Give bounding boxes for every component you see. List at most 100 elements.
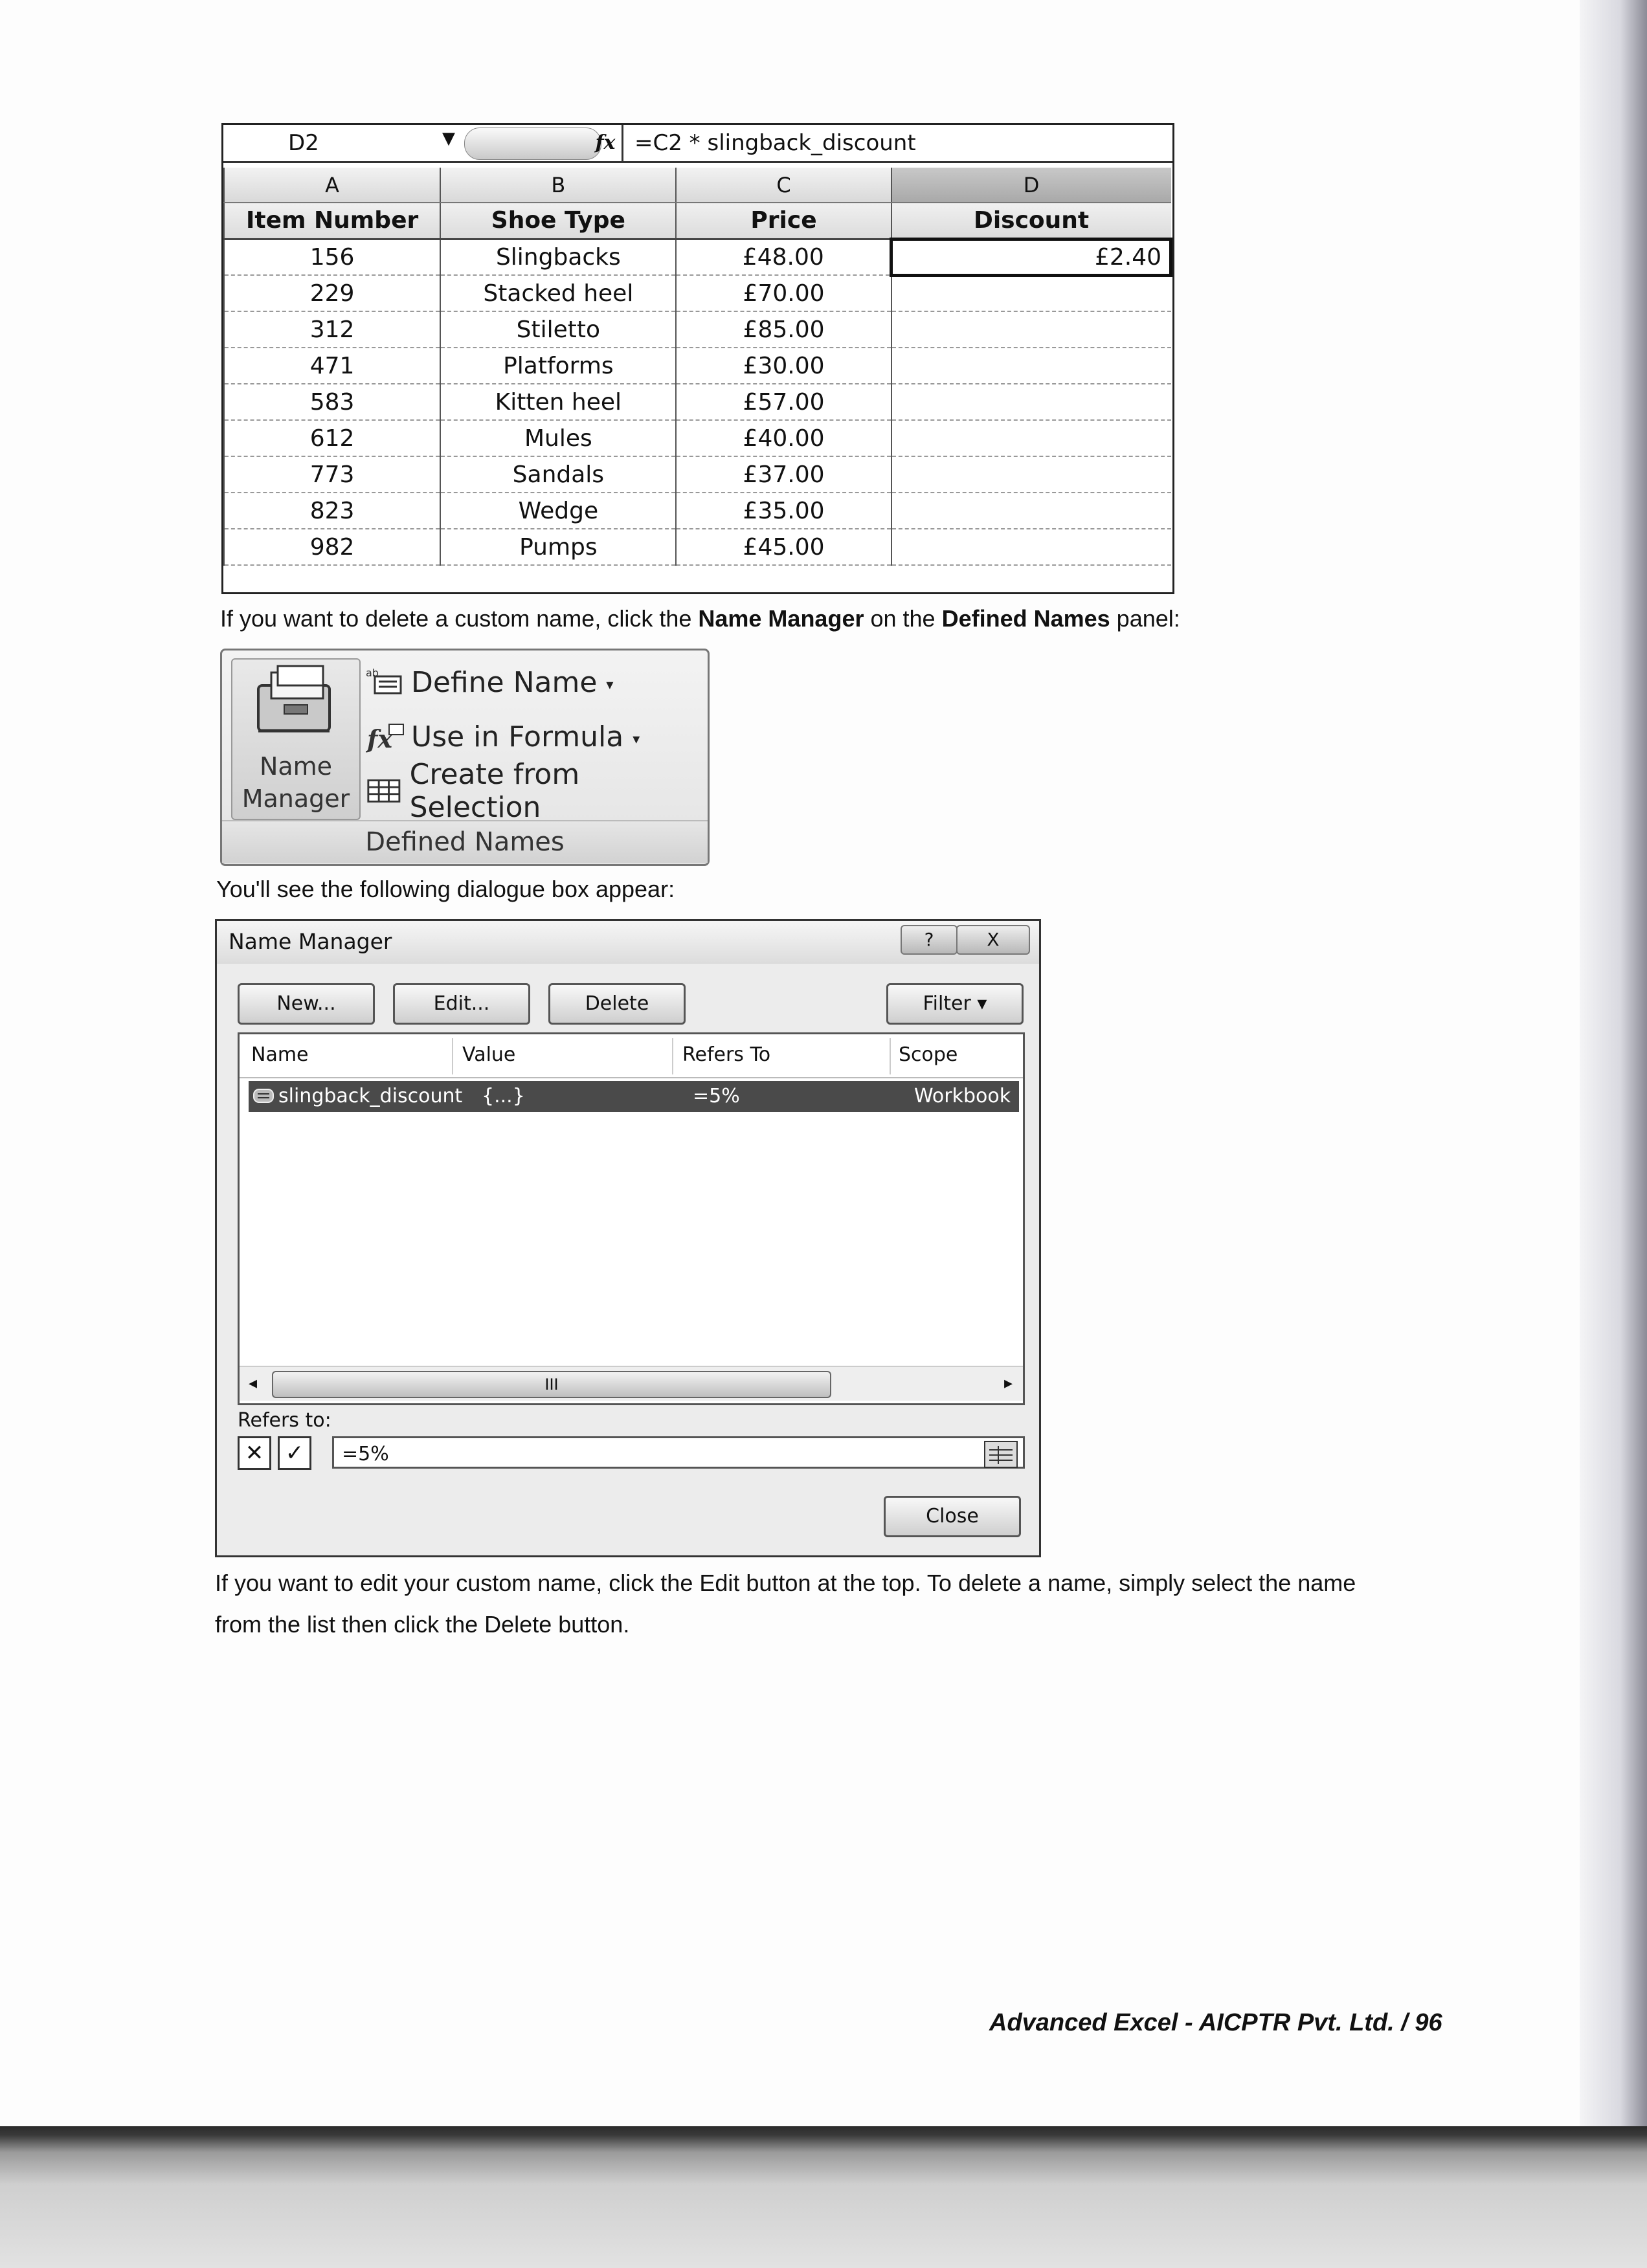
cell[interactable]: £70.00 <box>675 275 891 312</box>
header-cell[interactable]: Price <box>675 203 891 240</box>
refers-to-input[interactable]: =5% <box>332 1436 1025 1469</box>
value-cell: {...} <box>482 1085 525 1107</box>
cell[interactable]: £30.00 <box>675 348 891 384</box>
create-from-selection-button[interactable]: Create from Selection <box>366 758 708 824</box>
header-cell[interactable]: Item Number <box>223 203 441 240</box>
formula-text[interactable]: =C2 * slingback_discount <box>634 125 916 161</box>
cell[interactable] <box>890 493 1171 529</box>
define-name-button[interactable]: ab Define Name ▾ <box>366 660 613 705</box>
collapse-dialog-icon[interactable] <box>984 1441 1018 1468</box>
cell[interactable]: £85.00 <box>675 311 891 348</box>
group-label: Defined Names <box>222 820 708 863</box>
cell[interactable] <box>890 420 1171 457</box>
name-box[interactable]: D2 <box>223 125 443 161</box>
cell[interactable]: 823 <box>223 493 441 529</box>
table-row: 471 Platforms £30.00 <box>223 348 1171 384</box>
header-cell[interactable]: Discount <box>890 203 1171 240</box>
cell[interactable]: Pumps <box>440 529 677 566</box>
page-footer: Advanced Excel - AICPTR Pvt. Ltd. / 96 <box>989 2009 1442 2036</box>
spreadsheet-figure: D2 ▼ fx =C2 * slingback_discount A B C D… <box>221 123 1174 594</box>
cell[interactable]: Platforms <box>440 348 677 384</box>
close-button[interactable]: Close <box>884 1496 1021 1537</box>
scroll-right-icon[interactable]: ▸ <box>1004 1373 1013 1393</box>
cell[interactable] <box>890 456 1171 493</box>
scan-edge-right <box>1580 0 1647 2129</box>
cell[interactable]: £57.00 <box>675 384 891 421</box>
function-icon: fx <box>366 724 404 753</box>
text: If you want to delete a custom name, cli… <box>220 605 699 632</box>
scroll-left-icon[interactable]: ◂ <box>249 1373 257 1393</box>
column-header-scope[interactable]: Scope <box>899 1043 958 1066</box>
cancel-edit-icon[interactable]: ✕ <box>238 1436 271 1470</box>
cell[interactable]: £48.00 <box>675 239 891 276</box>
use-in-formula-button[interactable]: fx Use in Formula ▾ <box>366 714 640 759</box>
column-header-b[interactable]: B <box>440 168 677 203</box>
scroll-thumb[interactable]: III <box>272 1371 831 1398</box>
name-manager-dialog: Name Manager ? X New... Edit... Delete F… <box>215 919 1041 1557</box>
horizontal-scrollbar[interactable]: ◂ III ▸ <box>240 1366 1023 1401</box>
help-button[interactable]: ? <box>901 925 958 955</box>
cell[interactable]: Kitten heel <box>440 384 677 421</box>
bold-text: Name Manager <box>698 605 864 632</box>
cell[interactable]: 773 <box>223 456 441 493</box>
name-manager-icon <box>257 665 331 733</box>
confirm-edit-icon[interactable]: ✓ <box>278 1436 311 1470</box>
cell[interactable]: 312 <box>223 311 441 348</box>
table-row: 612 Mules £40.00 <box>223 420 1171 457</box>
cell[interactable]: Stiletto <box>440 311 677 348</box>
table-row: 823 Wedge £35.00 <box>223 493 1171 529</box>
edit-button[interactable]: Edit... <box>393 983 530 1025</box>
delete-button[interactable]: Delete <box>548 983 686 1025</box>
table-row: 773 Sandals £37.00 <box>223 456 1171 493</box>
table-row: 229 Stacked heel £70.00 <box>223 275 1171 312</box>
dialog-title-bar: Name Manager ? X <box>217 921 1039 964</box>
column-header-a[interactable]: A <box>223 168 441 203</box>
paragraph-name-manager: If you want to delete a custom name, cli… <box>220 598 1180 639</box>
define-name-icon: ab <box>366 667 402 695</box>
header-cell[interactable]: Shoe Type <box>440 203 677 240</box>
cell[interactable]: £45.00 <box>675 529 891 566</box>
list-item-selected[interactable]: slingback_discount {...} =5% Workbook <box>249 1081 1019 1112</box>
function-icon[interactable]: fx <box>586 129 625 157</box>
name-manager-button[interactable]: Name Manager <box>231 658 361 820</box>
cell[interactable]: £40.00 <box>675 420 891 457</box>
cell[interactable]: 982 <box>223 529 441 566</box>
cell[interactable]: Mules <box>440 420 677 457</box>
new-button[interactable]: New... <box>238 983 375 1025</box>
cell[interactable]: Sandals <box>440 456 677 493</box>
cell[interactable]: Wedge <box>440 493 677 529</box>
table-grid-icon <box>367 779 401 803</box>
table-row: 312 Stiletto £85.00 <box>223 311 1171 348</box>
cell[interactable]: 156 <box>223 239 441 276</box>
close-icon[interactable]: X <box>956 925 1030 955</box>
cell[interactable]: Stacked heel <box>440 275 677 312</box>
cell[interactable]: £37.00 <box>675 456 891 493</box>
cell[interactable]: 471 <box>223 348 441 384</box>
formula-bar-oval <box>464 128 601 160</box>
cell[interactable] <box>890 311 1171 348</box>
cell[interactable] <box>890 275 1171 312</box>
header-row: Item Number Shoe Type Price Discount <box>223 203 1171 240</box>
cell[interactable]: £35.00 <box>675 493 891 529</box>
column-header-name[interactable]: Name <box>251 1043 309 1066</box>
names-list[interactable]: Name Value Refers To Scope slingback_dis… <box>238 1032 1025 1405</box>
defined-names-ribbon-group: Name Manager ab Define Name ▾ fx Use in … <box>220 649 710 866</box>
cell[interactable]: 229 <box>223 275 441 312</box>
cell[interactable] <box>890 529 1171 566</box>
cell[interactable]: 583 <box>223 384 441 421</box>
chevron-down-icon[interactable]: ▼ <box>442 129 455 148</box>
column-header-d[interactable]: D <box>890 168 1171 203</box>
column-header-refers-to[interactable]: Refers To <box>682 1043 770 1066</box>
column-header-c[interactable]: C <box>675 168 891 203</box>
cell[interactable]: 612 <box>223 420 441 457</box>
text-line: If you want to edit your custom name, cl… <box>215 1570 1356 1596</box>
cell-grid: A B C D Item Number Shoe Type Price Disc… <box>223 168 1172 566</box>
active-cell[interactable]: £2.40 <box>890 237 1172 277</box>
cell[interactable] <box>890 348 1171 384</box>
dialog-title: Name Manager <box>229 929 392 954</box>
range-picker-icon <box>989 1446 1013 1464</box>
cell[interactable] <box>890 384 1171 421</box>
column-header-value[interactable]: Value <box>462 1043 515 1066</box>
cell[interactable]: Slingbacks <box>440 239 677 276</box>
filter-button[interactable]: Filter ▾ <box>886 983 1024 1025</box>
